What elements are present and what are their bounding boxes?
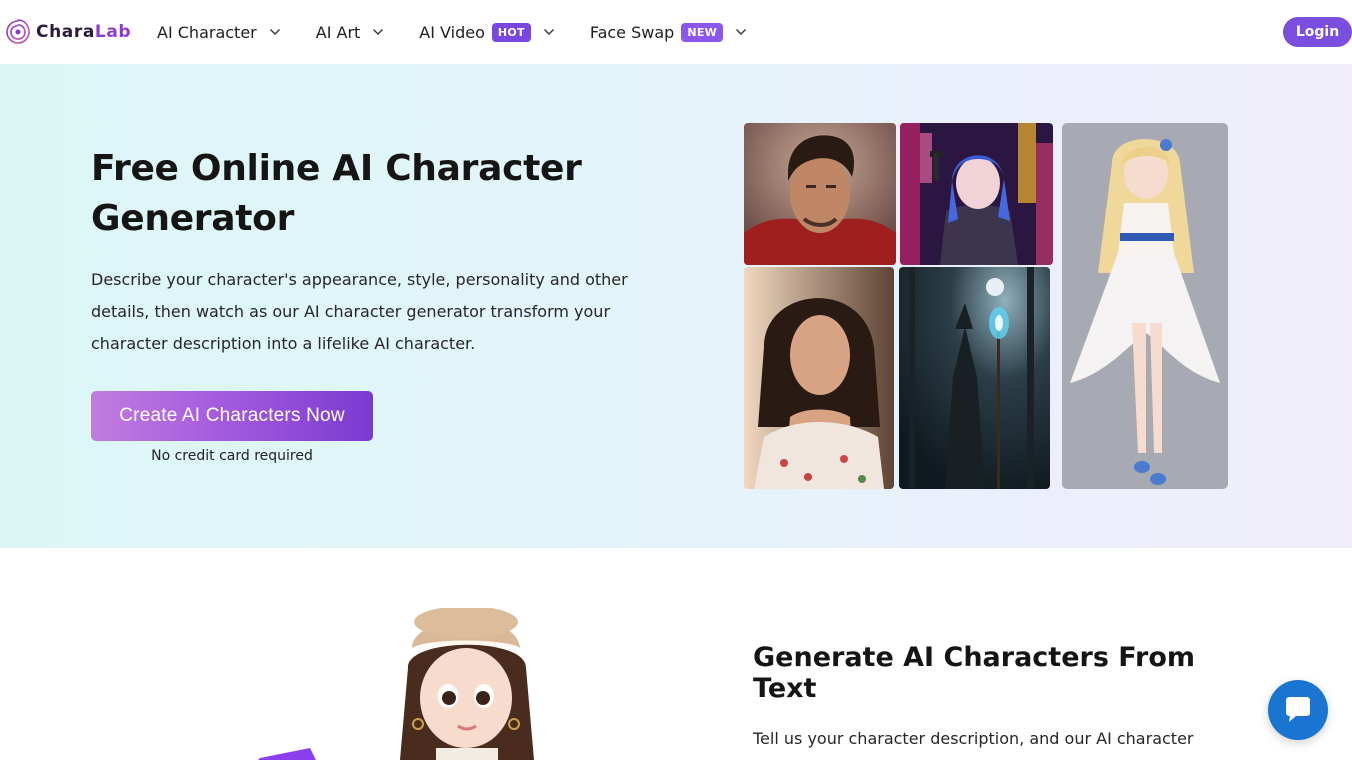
create-characters-button[interactable]: Create AI Characters Now — [91, 391, 373, 441]
logo[interactable]: CharaLab — [4, 17, 131, 47]
no-credit-card-note: No credit card required — [151, 448, 313, 464]
hot-badge: HOT — [491, 22, 531, 42]
nav-ai-video[interactable]: AI Video HOT — [419, 22, 555, 42]
3d-cartoon-girl-beret-image — [250, 598, 550, 760]
anime-girl-white-dress-image — [1062, 123, 1228, 489]
main-nav: AI Character AI Art AI Video HOT Face Sw… — [157, 0, 747, 64]
hero-section: Free Online AI Character Generator Descr… — [0, 64, 1352, 548]
chat-bubble-icon — [1286, 697, 1310, 722]
nav-ai-character[interactable]: AI Character — [157, 23, 281, 42]
chat-widget-button[interactable] — [1268, 680, 1328, 740]
nav-face-swap-label: Face Swap — [589, 22, 675, 42]
site-header: CharaLab AI Character AI Art AI Video HO… — [0, 0, 1352, 64]
hero-title: Free Online AI Character Generator — [91, 148, 582, 239]
new-badge: NEW — [681, 22, 724, 42]
nav-ai-art[interactable]: AI Art — [316, 23, 385, 42]
chevron-down-icon — [543, 29, 554, 35]
nav-ai-art-label: AI Art — [315, 22, 361, 42]
text-to-character-section: Generate AI Characters From Text Tell us… — [0, 548, 1352, 760]
hero-description: Describe your character's appearance, st… — [91, 270, 628, 353]
nav-ai-video-label: AI Video — [419, 22, 485, 42]
chevron-down-icon — [269, 29, 280, 35]
section-title: Generate AI Characters From Text — [753, 642, 1196, 704]
chevron-down-icon — [736, 29, 747, 35]
hooded-wizard-dark-forest-image — [899, 267, 1050, 489]
anime-girl-neon-gun-image — [900, 123, 1053, 265]
nav-face-swap[interactable]: Face Swap NEW — [589, 22, 747, 42]
nav-ai-character-label: AI Character — [157, 22, 257, 42]
portrait-woman-floral-dress-image — [744, 267, 894, 489]
spiral-logo-icon — [6, 19, 30, 44]
login-button[interactable]: Login — [1283, 17, 1352, 47]
chevron-down-icon — [373, 29, 384, 35]
portrait-man-red-hoodie-image — [744, 123, 896, 265]
section-text: Tell us your character description, and … — [753, 729, 1194, 748]
logo-text: CharaLab — [36, 22, 132, 42]
